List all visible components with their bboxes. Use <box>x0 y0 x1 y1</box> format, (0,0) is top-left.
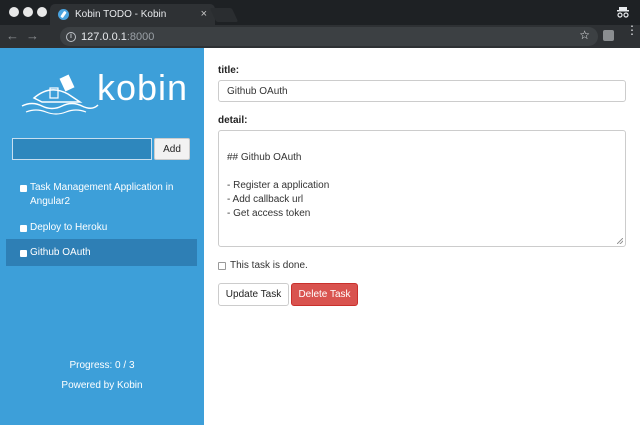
title-label: title: <box>218 65 240 76</box>
detail-text: ## Github OAuth - Register a application… <box>227 152 330 219</box>
browser-tab[interactable]: Kobin TODO - Kobin × <box>50 4 215 25</box>
task-item-active[interactable]: Github OAuth <box>6 239 197 266</box>
task-label: Github OAuth <box>30 247 91 258</box>
update-task-button[interactable]: Update Task <box>218 283 289 306</box>
detail-label: detail: <box>218 115 248 126</box>
task-label: Task Management Application in Angular2 <box>30 182 174 207</box>
bookmark-star-icon[interactable]: ☆ <box>579 28 590 42</box>
done-checkbox[interactable] <box>218 261 226 270</box>
done-label: This task is done. <box>230 260 308 271</box>
new-task-input[interactable] <box>12 138 152 160</box>
task-checkbox-icon[interactable] <box>20 185 27 192</box>
delete-task-button[interactable]: Delete Task <box>291 283 358 306</box>
tab-close-icon[interactable]: × <box>201 8 207 20</box>
title-input[interactable] <box>218 80 626 102</box>
url-host: 127.0.0.1 <box>81 30 127 43</box>
browser-titlebar: Kobin TODO - Kobin × <box>0 0 640 25</box>
minimize-window-icon[interactable] <box>23 7 33 17</box>
forward-icon[interactable]: → <box>26 28 39 43</box>
extension-icon[interactable] <box>603 30 614 41</box>
task-checkbox-icon[interactable] <box>20 250 27 257</box>
favicon-icon <box>58 9 69 20</box>
logo-text: kobin <box>97 67 189 108</box>
maximize-window-icon[interactable] <box>37 7 47 17</box>
task-detail-panel: title: detail: ## Github OAuth - Registe… <box>204 48 640 425</box>
close-window-icon[interactable] <box>9 7 19 17</box>
task-label: Deploy to Heroku <box>30 222 108 233</box>
url-port: :8000 <box>126 30 155 43</box>
incognito-icon <box>617 7 629 18</box>
add-task-button[interactable]: Add <box>154 138 190 160</box>
address-bar[interactable]: i 127.0.0.1 :8000 ☆ <box>60 27 598 46</box>
done-row: This task is done. <box>218 260 308 271</box>
back-icon[interactable]: ← <box>6 28 19 43</box>
info-icon[interactable]: i <box>66 31 76 42</box>
resize-grip-icon[interactable] <box>617 238 623 244</box>
task-item[interactable]: Task Management Application in Angular2 <box>6 179 197 211</box>
sidebar: kobin Add Task Management Application in… <box>0 48 204 425</box>
powered-by-text: Powered by Kobin <box>61 380 143 391</box>
progress-text: Progress: 0 / 3 <box>69 360 135 371</box>
browser-menu-icon[interactable]: ⋮ <box>626 24 638 36</box>
tab-title: Kobin TODO - Kobin <box>75 9 167 20</box>
task-item[interactable]: Deploy to Heroku <box>6 219 197 237</box>
browser-navbar: ← → i 127.0.0.1 :8000 ☆ ⋮ <box>0 24 640 48</box>
task-checkbox-icon[interactable] <box>20 225 27 232</box>
detail-textarea[interactable]: ## Github OAuth - Register a application… <box>218 130 626 247</box>
